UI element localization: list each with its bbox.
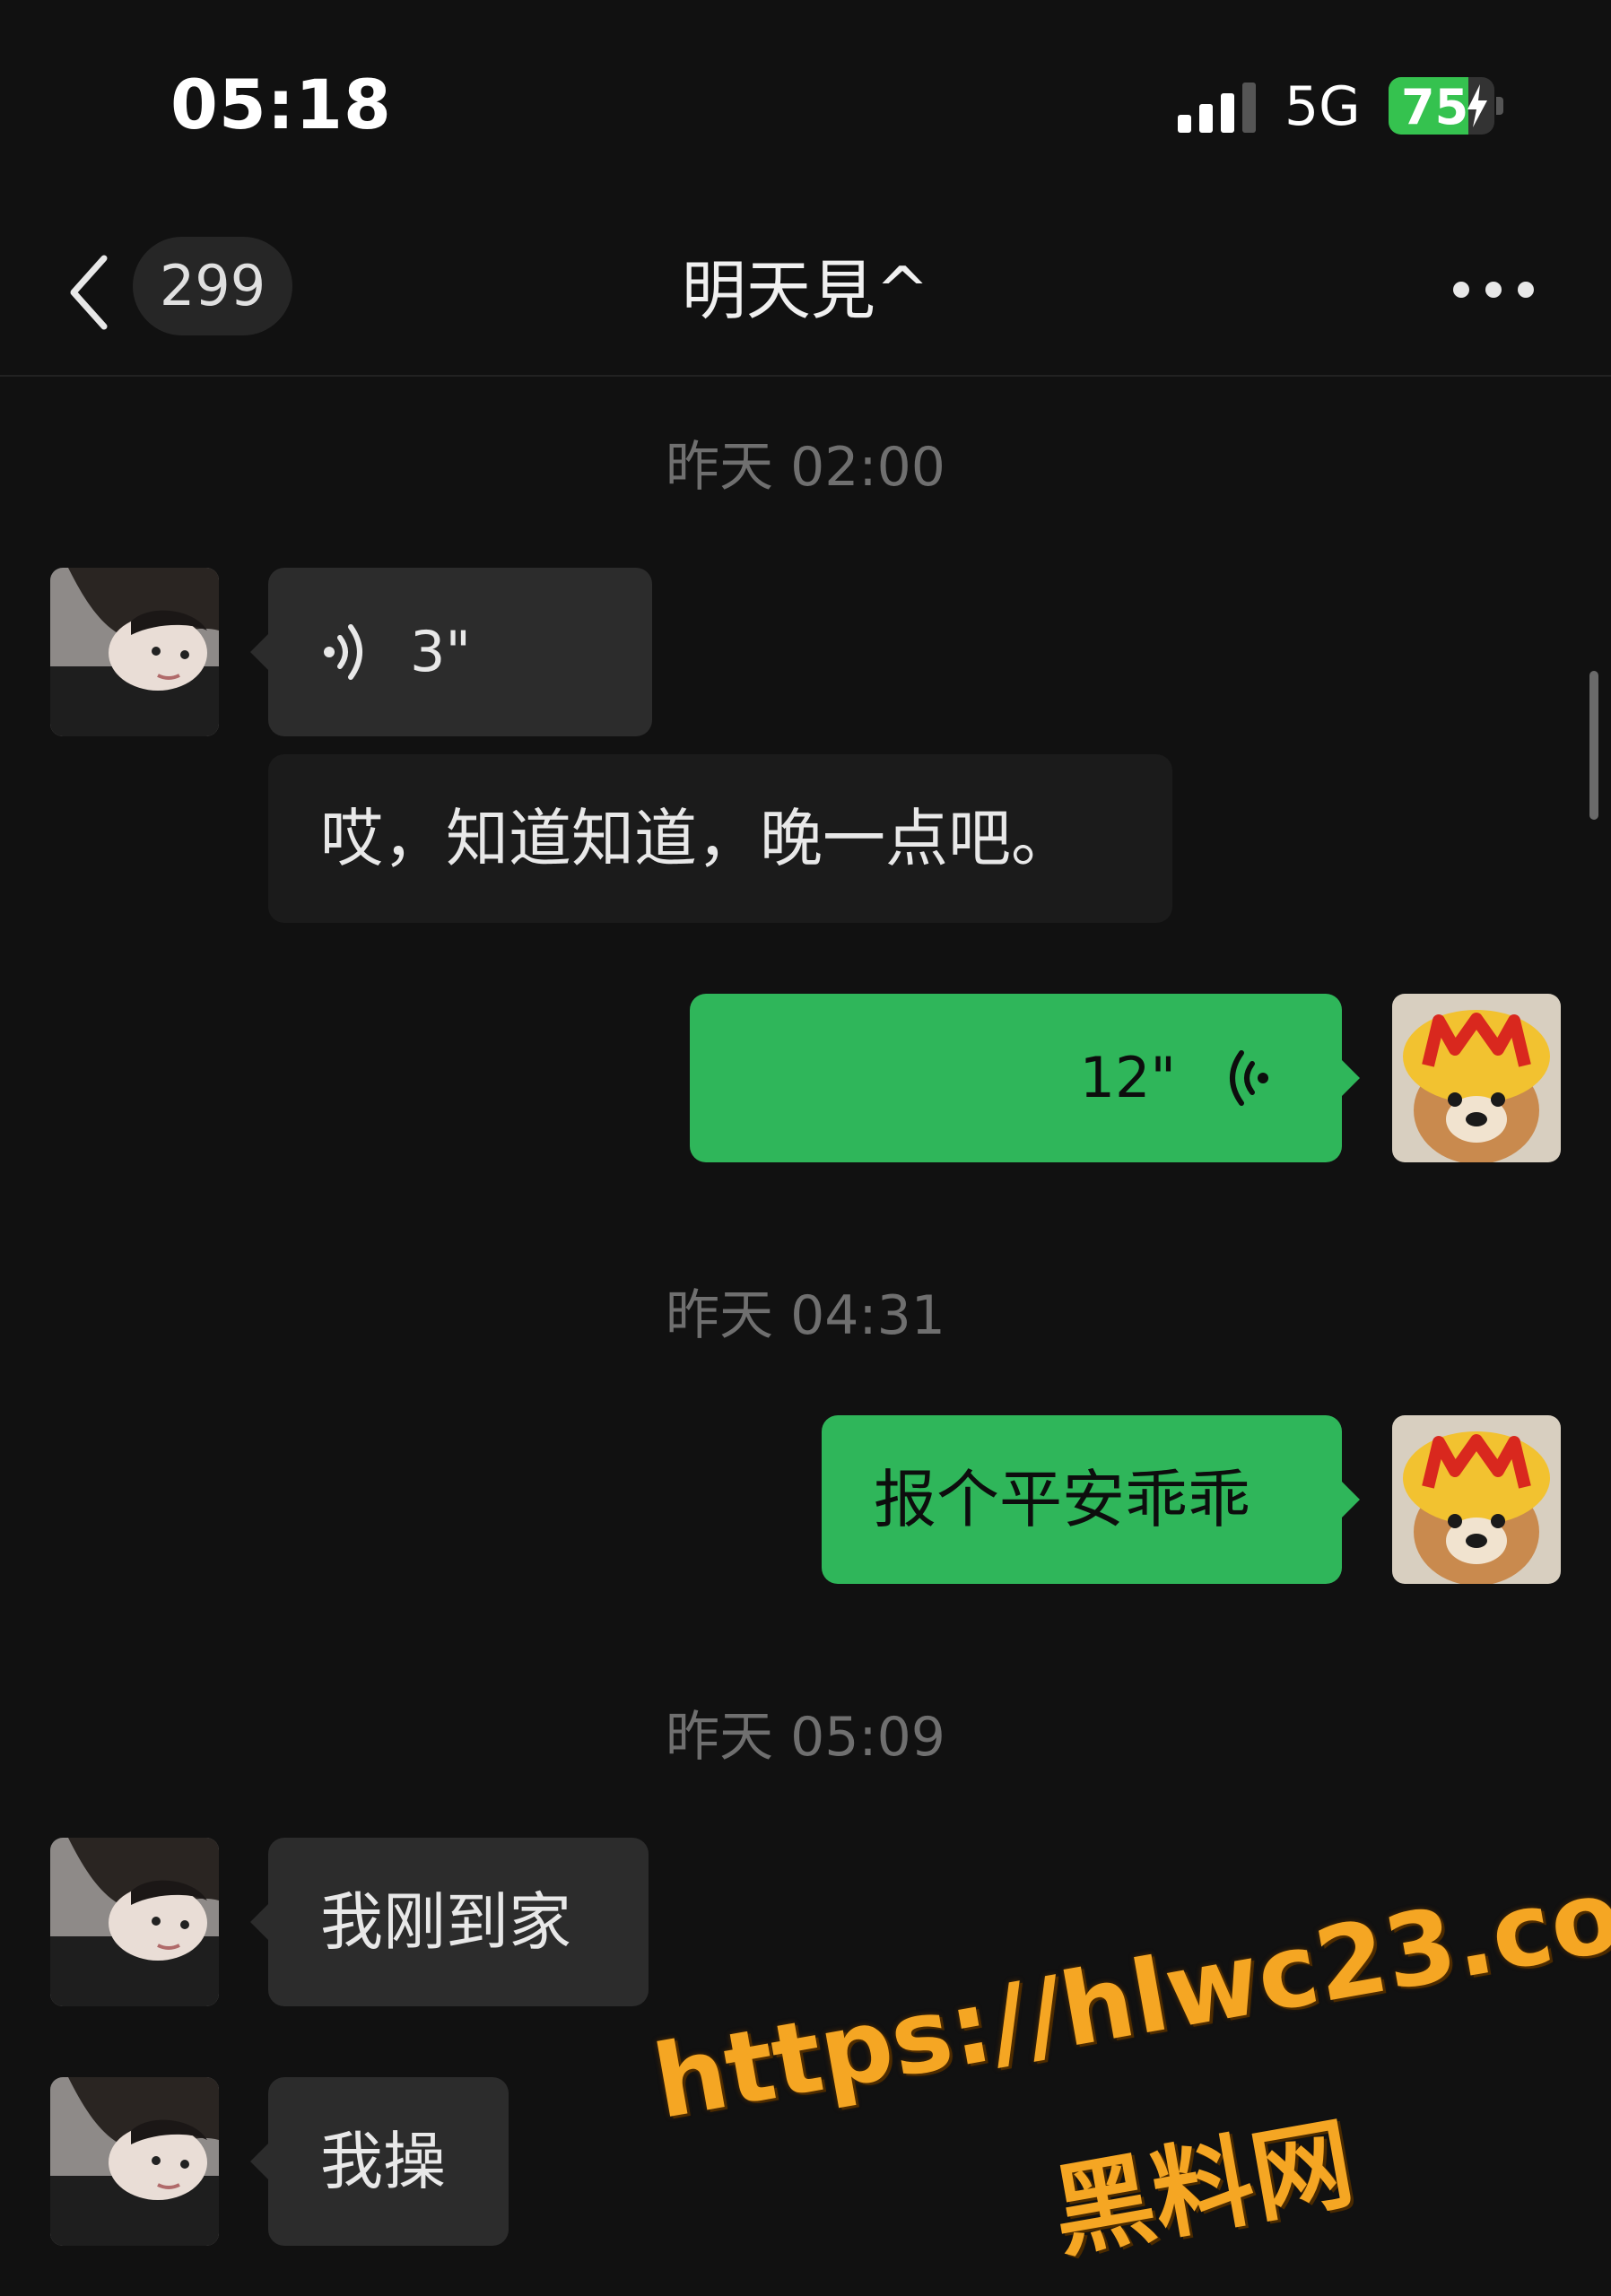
bubble-tail: [250, 2144, 268, 2179]
chat-title: 明天見^: [681, 253, 930, 328]
message-timestamp: 昨天 02:00: [666, 436, 945, 499]
voice-duration: 12": [1079, 1045, 1176, 1110]
incoming-text-message[interactable]: 哎，知道知道，晚一点吧。: [268, 754, 1172, 923]
more-options-icon[interactable]: [1453, 276, 1534, 309]
contact-avatar[interactable]: [50, 2077, 219, 2246]
bubble-tail: [250, 634, 268, 670]
status-time: 05:18: [170, 65, 392, 144]
chat-header: 299 明天見^: [0, 224, 1611, 377]
message-timestamp: 昨天 05:09: [666, 1706, 945, 1769]
voice-duration: 3": [410, 619, 471, 684]
contact-avatar[interactable]: [50, 1838, 219, 2006]
signal-strength-icon: [1178, 83, 1258, 133]
voice-playback-icon: [324, 624, 362, 680]
battery-nub: [1496, 97, 1503, 115]
my-avatar[interactable]: [1392, 1415, 1561, 1584]
contact-avatar[interactable]: [50, 568, 219, 736]
watermark-url: https://hlwc23.com: [646, 1839, 1611, 2143]
watermark-name: 黑料网: [1044, 2105, 1362, 2273]
battery-icon: 75: [1389, 77, 1494, 135]
incoming-text-message[interactable]: 我操: [268, 2077, 509, 2246]
outgoing-text-message[interactable]: 报个平安乖乖: [822, 1415, 1342, 1584]
message-timestamp: 昨天 04:31: [666, 1284, 945, 1347]
incoming-voice-message[interactable]: 3": [268, 568, 652, 736]
bubble-tail: [1342, 1060, 1360, 1096]
charging-bolt-icon: [1467, 84, 1487, 127]
incoming-text-message[interactable]: 我刚到家: [268, 1838, 649, 2006]
bubble-tail: [250, 1904, 268, 1940]
scrollbar[interactable]: [1589, 671, 1598, 820]
voice-playback-icon: [1230, 1050, 1268, 1106]
network-type: 5G: [1284, 75, 1361, 138]
outgoing-voice-message[interactable]: 12": [690, 994, 1342, 1162]
my-avatar[interactable]: [1392, 994, 1561, 1162]
battery-level: 75: [1401, 79, 1469, 135]
bubble-tail: [1342, 1482, 1360, 1518]
